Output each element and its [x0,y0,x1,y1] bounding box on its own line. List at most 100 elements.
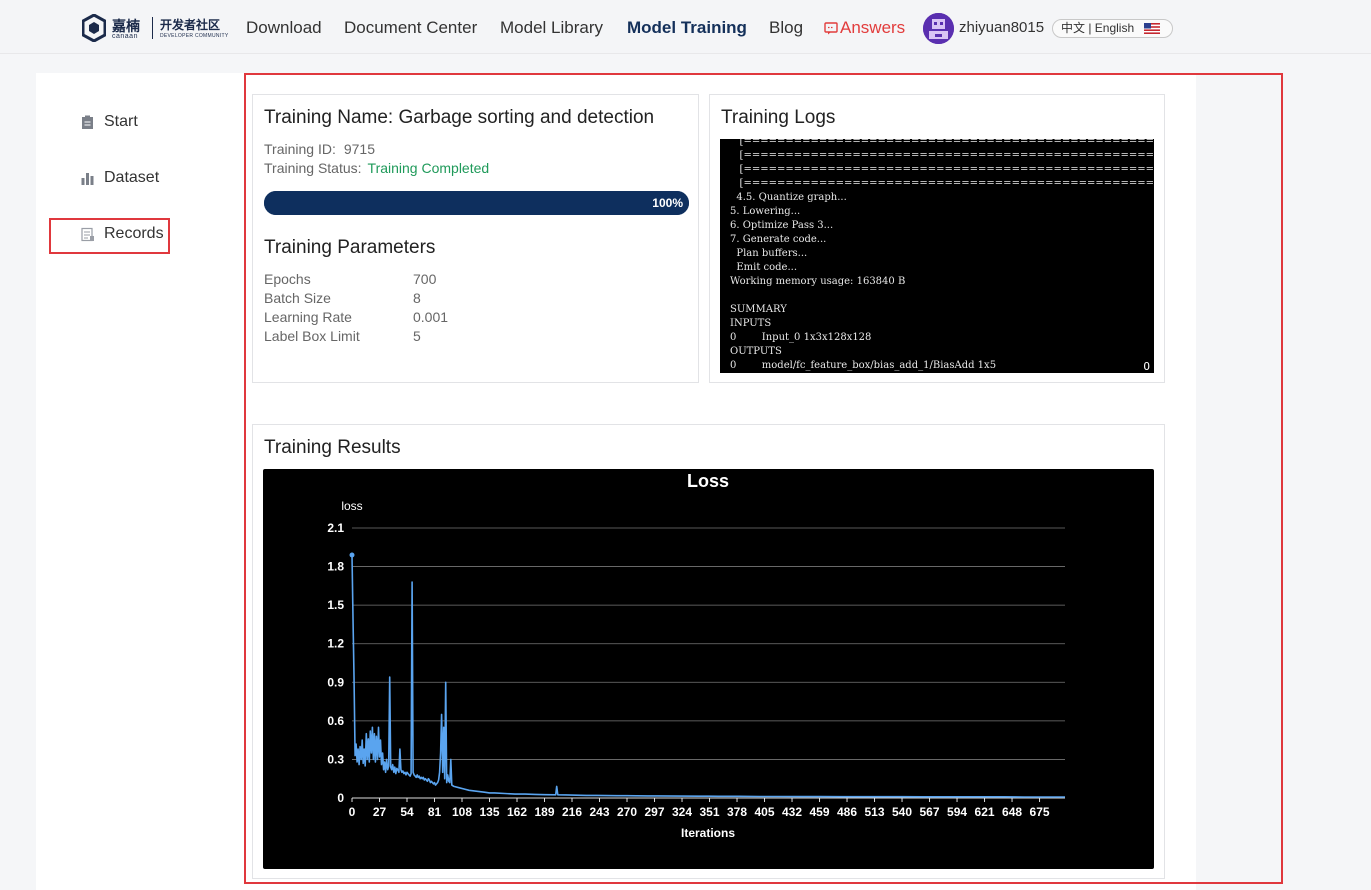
y-tick-label: 2.1 [327,521,344,535]
log-lines: [=======================================… [720,139,1154,373]
param-row-epochs: Epochs 700 [264,271,436,287]
x-tick-label: 54 [400,805,414,819]
training-id-row: Training ID: 9715 [264,141,375,157]
y-tick-label: 1.2 [327,637,344,651]
records-highlight-box [49,218,170,254]
x-tick-label: 486 [837,805,857,819]
nav-answers-label: Answers [840,18,906,37]
y-tick-label: 0.6 [327,714,344,728]
param-value: 0.001 [413,309,449,325]
training-status-label: Training Status: [264,160,362,176]
x-axis-label: Iterations [681,826,735,840]
language-switcher[interactable]: 中文 | English [1052,19,1173,38]
x-tick-label: 648 [1002,805,1022,819]
log-line: 0 Input_0 1x3x128x128 [730,332,872,343]
x-tick-label: 135 [479,805,499,819]
nav-download[interactable]: Download [246,18,322,38]
param-row-label-box-limit: Label Box Limit 5 [264,328,421,344]
log-line: [=======================================… [739,164,1154,175]
training-parameters-title: Training Parameters [264,237,436,258]
x-tick-label: 27 [373,805,387,819]
sidebar-item-start-label: Start [104,113,138,130]
x-tick-label: 378 [727,805,747,819]
param-label: Epochs [264,271,311,287]
x-tick-label: 216 [562,805,582,819]
user-avatar[interactable] [923,13,954,44]
x-tick-label: 270 [617,805,637,819]
x-tick-label: 540 [892,805,912,819]
chat-icon [824,22,838,35]
loss-series-line [351,554,1065,798]
x-tick-label: 405 [755,805,775,819]
x-tick-label: 189 [534,805,554,819]
training-progress-bar: 100% [264,191,689,215]
top-navbar: 嘉楠 canaan 开发者社区 DEVELOPER COMMUNITY Down… [0,0,1371,54]
log-line: 6. Optimize Pass 3... [730,220,834,231]
param-row-learning-rate: Learning Rate 0.001 [264,309,448,325]
nav-model-library[interactable]: Model Library [500,18,603,38]
bar-chart-icon [81,172,94,185]
logo-community-en: DEVELOPER COMMUNITY [160,33,229,39]
loss-chart-svg: Loss loss Iterations 0 0.3 0.6 0.9 1.2 1.5 1.8 2.1… [327,471,1065,840]
canaan-logo-icon [82,14,106,42]
loss-start-point [349,552,355,558]
progress-fill [264,191,689,215]
main-content: Training Name: Garbage sorting and detec… [244,73,1196,890]
sidebar-item-start[interactable]: Start [80,113,138,131]
sidebar-item-dataset[interactable]: Dataset [80,169,159,187]
param-value: 5 [413,328,421,344]
y-tick-label: 0.3 [327,752,344,766]
training-logs-card: Training Logs [=========================… [709,94,1165,383]
clipboard-icon [82,115,93,129]
x-tick-label: 324 [672,805,692,819]
y-tick-label: 1.5 [327,598,344,612]
avatar-icon [923,13,954,44]
x-tick-label: 81 [428,805,442,819]
logo-community-cn: 开发者社区 [160,18,221,32]
logo-separator [152,17,153,39]
chart-title: Loss [687,471,729,491]
canaan-logo[interactable]: 嘉楠 canaan 开发者社区 DEVELOPER COMMUNITY [82,14,230,42]
nav-document-center[interactable]: Document Center [344,18,477,38]
nav-answers[interactable]: Answers [824,18,905,38]
log-line: SUMMARY [730,304,787,315]
param-label: Label Box Limit [264,328,360,344]
log-line: INPUTS [730,318,772,329]
nav-blog[interactable]: Blog [769,18,803,38]
log-line: 7. Generate code... [730,234,827,245]
training-name-title: Training Name: Garbage sorting and detec… [264,107,655,128]
y-tick-label: 0.9 [327,675,344,689]
language-label: 中文 | English [1061,21,1135,35]
nav-model-training[interactable]: Model Training [627,18,747,38]
logo-en-text: canaan [112,33,138,40]
training-results-title: Training Results [264,437,401,458]
log-line: Plan buffers... [730,248,808,259]
training-results-card: Training Results Loss loss Iterations 0 0.3 0… [252,424,1165,879]
left-sidebar: Start Dataset Records [36,73,244,890]
x-tick-label: 0 [349,805,356,819]
param-value: 8 [413,290,421,306]
terminal-cursor: O [1143,360,1150,373]
x-tick-label: 432 [782,805,802,819]
param-row-batch-size: Batch Size 8 [264,290,421,306]
sidebar-item-dataset-label: Dataset [104,169,160,186]
log-terminal[interactable]: [=======================================… [720,139,1154,373]
x-tick-label: 297 [645,805,665,819]
y-tick-label: 1.8 [327,560,344,574]
training-info-card: Training Name: Garbage sorting and detec… [252,94,699,383]
log-line: Emit code... [730,262,798,273]
log-line: Working memory usage: 163840 B [730,276,906,287]
x-tick-label: 108 [452,805,472,819]
loss-chart: Loss loss Iterations 0 0.3 0.6 0.9 1.2 1.5 1.8 2.1… [263,469,1154,869]
x-tick-label: 243 [589,805,609,819]
x-tick-label: 621 [975,805,995,819]
training-id-label: Training ID: [264,141,336,157]
log-line: 0 model/fc_feature_box/bias_add_1/BiasAd… [730,360,997,371]
log-line: 5. Lowering... [730,206,801,217]
username[interactable]: zhiyuan8015 [959,19,1044,36]
y-tick-label: 0 [337,791,344,805]
x-tick-label: 162 [507,805,527,819]
log-line: [=======================================… [739,178,1154,189]
training-status-value: Training Completed [367,160,490,176]
